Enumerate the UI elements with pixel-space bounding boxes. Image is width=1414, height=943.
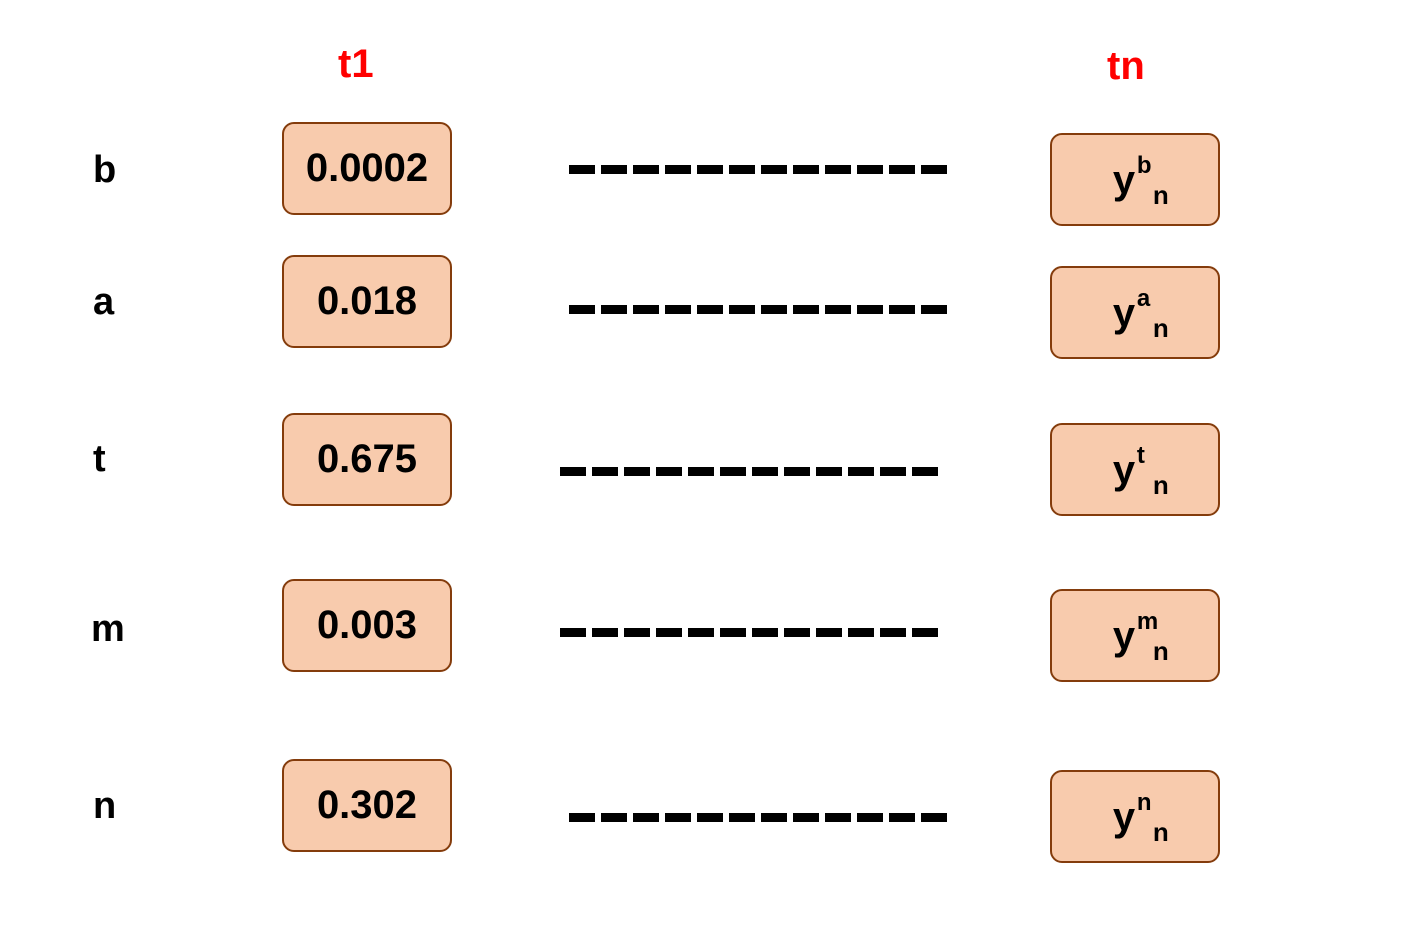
tn-value-box-m: ymn (1050, 589, 1220, 682)
t1-value-b: 0.0002 (305, 146, 429, 190)
y-superscript: b (1136, 151, 1152, 179)
y-superscript: n (1136, 788, 1152, 816)
y-subscript: n (1152, 469, 1169, 500)
y-superscript: t (1136, 441, 1145, 469)
row-label-m: m (91, 608, 125, 650)
t1-value-box-m: 0.003 (282, 579, 452, 672)
tn-expression-a: yan (1112, 286, 1169, 341)
dashed-connector-n (569, 813, 953, 822)
y-base: y (1112, 613, 1136, 658)
t1-value-t: 0.675 (316, 437, 418, 481)
dashed-connector-b (569, 165, 953, 174)
y-subscript: n (1152, 312, 1169, 343)
tn-value-box-b: ybn (1050, 133, 1220, 226)
column-header-t1: t1 (338, 42, 374, 86)
t1-value-box-t: 0.675 (282, 413, 452, 506)
tn-expression-m: ymn (1112, 609, 1169, 664)
dashed-connector-t (560, 467, 944, 476)
dashed-connector-m (560, 628, 944, 637)
t1-value-a: 0.018 (316, 279, 418, 323)
y-base: y (1112, 157, 1136, 202)
tn-value-box-n: ynn (1050, 770, 1220, 863)
t1-value-box-n: 0.302 (282, 759, 452, 852)
tn-expression-t: ytn (1112, 443, 1169, 498)
row-label-b: b (93, 149, 117, 191)
tn-expression-b: ybn (1112, 153, 1169, 208)
t1-value-box-a: 0.018 (282, 255, 452, 348)
tn-value-box-a: yan (1050, 266, 1220, 359)
y-superscript: a (1136, 284, 1151, 312)
y-base: y (1112, 290, 1136, 335)
row-label-t: t (93, 438, 106, 480)
y-superscript: m (1136, 607, 1159, 635)
y-subscript: n (1152, 816, 1169, 847)
row-label-n: n (93, 785, 117, 827)
y-base: y (1112, 447, 1136, 492)
tn-value-box-t: ytn (1050, 423, 1220, 516)
row-label-a: a (93, 281, 115, 323)
column-header-tn: tn (1107, 44, 1145, 88)
y-subscript: n (1152, 635, 1169, 666)
t1-value-m: 0.003 (316, 603, 418, 647)
y-subscript: n (1152, 179, 1169, 210)
dashed-connector-a (569, 305, 953, 314)
t1-value-box-b: 0.0002 (282, 122, 452, 215)
y-base: y (1112, 794, 1136, 839)
tn-expression-n: ynn (1112, 790, 1169, 845)
t1-value-n: 0.302 (316, 783, 418, 827)
